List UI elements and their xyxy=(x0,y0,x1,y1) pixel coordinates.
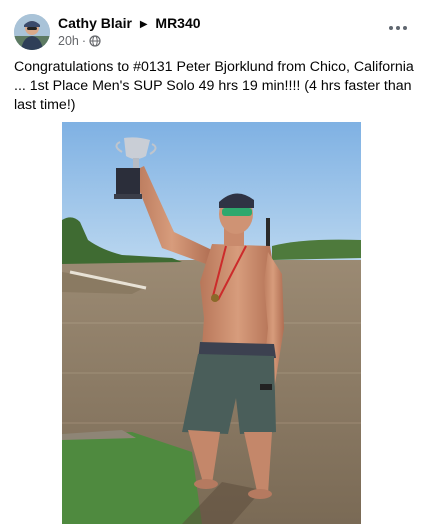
meta-separator: · xyxy=(81,34,87,48)
facebook-post: Cathy Blair ▶ MR340 20h · Congratulations… xyxy=(0,0,422,524)
group-name[interactable]: MR340 xyxy=(155,15,200,31)
post-caption: Congratulations to #0131 Peter Bjorklund… xyxy=(14,59,414,113)
more-dot xyxy=(396,26,400,30)
author-name[interactable]: Cathy Blair xyxy=(58,15,132,31)
post-photo[interactable] xyxy=(62,122,361,524)
avatar-image xyxy=(14,14,50,50)
triangle-right-icon: ▶ xyxy=(139,19,148,30)
post-meta: 20h · xyxy=(58,34,101,48)
more-horizontal-icon xyxy=(389,26,393,30)
more-dot xyxy=(403,26,407,30)
globe-icon xyxy=(89,35,101,47)
author-avatar[interactable] xyxy=(14,14,50,50)
more-options-button[interactable] xyxy=(386,18,410,38)
post-timestamp[interactable]: 20h xyxy=(58,34,79,48)
post-header: Cathy Blair ▶ MR340 xyxy=(58,15,201,31)
trophy-photo xyxy=(62,122,361,524)
